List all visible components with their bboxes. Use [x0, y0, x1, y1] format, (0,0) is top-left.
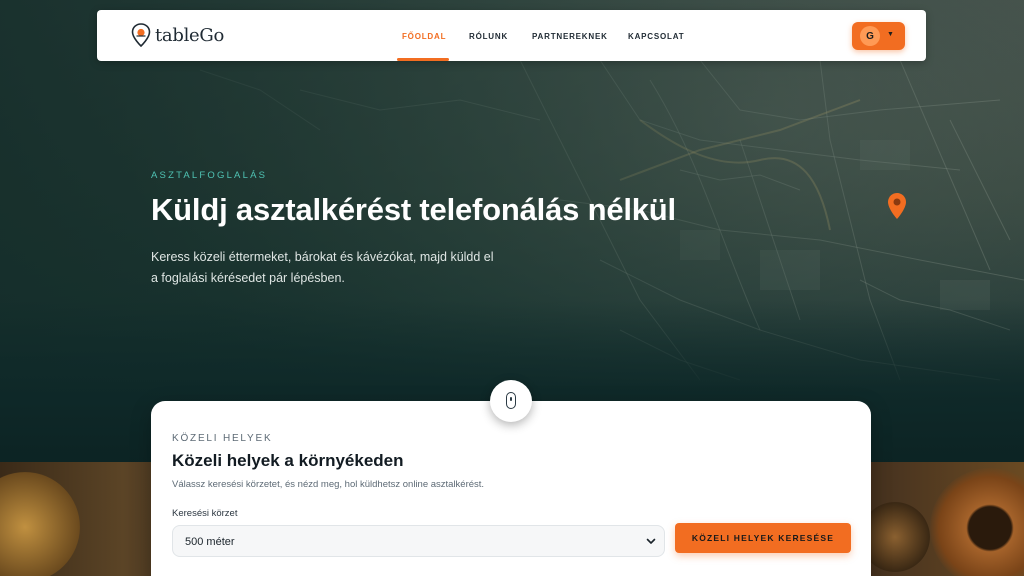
- nav-item-rolunk[interactable]: RÓLUNK: [469, 32, 508, 41]
- chevron-down-icon: [646, 538, 656, 544]
- brand-name: tableGo: [155, 24, 225, 46]
- map-pin-icon: [888, 193, 906, 219]
- radius-select-value: 500 méter: [185, 536, 235, 548]
- nav-item-fooldal[interactable]: FŐOLDAL: [402, 32, 446, 41]
- search-nearby-button[interactable]: KÖZELI HELYEK KERESÉSE: [675, 523, 851, 553]
- card-eyebrow: KÖZELI HELYEK: [172, 433, 273, 444]
- scroll-down-button[interactable]: [490, 380, 532, 422]
- nearby-search-card: KÖZELI HELYEK Közeli helyek a környékede…: [151, 401, 871, 576]
- hero-subtitle: Keress közeli éttermeket, bárokat és káv…: [151, 250, 494, 285]
- top-navbar: tableGo FŐOLDAL RÓLUNK PARTNEREKNEK KAPC…: [97, 10, 926, 61]
- location-pin-plate-icon: [131, 23, 151, 47]
- radius-select[interactable]: 500 méter: [172, 525, 665, 557]
- user-menu-button[interactable]: G ▼: [852, 22, 905, 50]
- card-description: Válassz keresési körzetet, és nézd meg, …: [172, 479, 485, 490]
- hero-eyebrow: ASZTALFOGLALÁS: [151, 170, 268, 181]
- card-title: Közeli helyek a környékeden: [172, 451, 404, 470]
- nav-item-partnereknek[interactable]: PARTNEREKNEK: [532, 32, 608, 41]
- avatar: G: [860, 26, 880, 46]
- caret-down-icon: ▼: [887, 31, 894, 38]
- radius-label: Keresési körzet: [172, 508, 238, 519]
- nav-item-kapcsolat[interactable]: KAPCSOLAT: [628, 32, 684, 41]
- mouse-scroll-icon: [506, 392, 516, 409]
- active-nav-indicator: [397, 58, 449, 61]
- hero-title: Küldj asztalkérést telefonálás nélkül: [151, 192, 676, 227]
- brand-logo[interactable]: tableGo: [131, 23, 224, 47]
